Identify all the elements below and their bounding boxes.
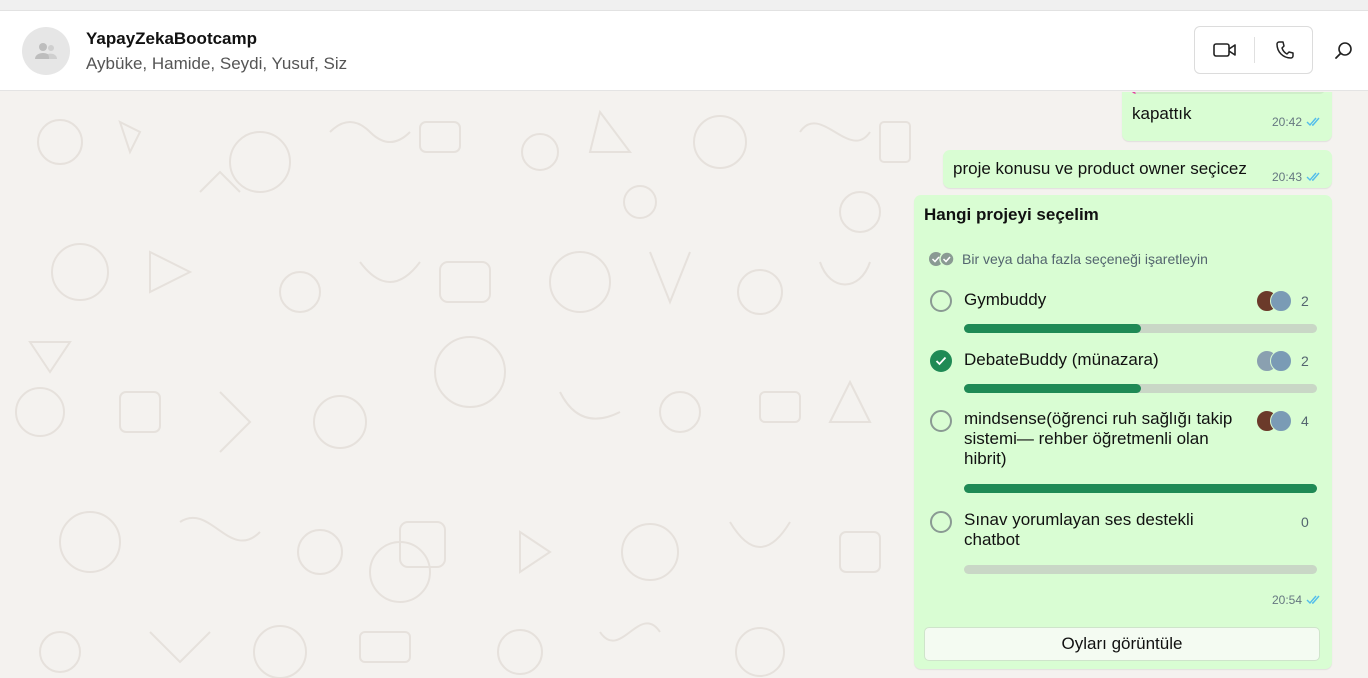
poll-option-radio[interactable] <box>930 511 952 533</box>
multi-select-icon <box>929 251 955 267</box>
chat-header: YapayZekaBootcamp Aybüke, Hamide, Seydi,… <box>0 11 1368 91</box>
poll-option-bar <box>964 484 1317 493</box>
voter-avatars <box>1256 290 1294 312</box>
search-button[interactable] <box>1330 37 1358 65</box>
message-bubble[interactable]: kapattık 20:42 <box>1122 92 1332 141</box>
poll-option-radio[interactable] <box>930 290 952 312</box>
poll-option-label[interactable]: Sınav yorumlayan ses destekli chatbot <box>964 510 1224 550</box>
chat-area[interactable]: kapattık 20:42 proje konusu ve product o… <box>0 92 1368 678</box>
poll-hint-text: Bir veya daha fazla seçeneği işaretleyin <box>962 251 1208 267</box>
chat-members[interactable]: Aybüke, Hamide, Seydi, Yusuf, Siz <box>86 54 347 74</box>
group-avatar[interactable] <box>22 27 70 75</box>
poll-question: Hangi projeyi seçelim <box>924 205 1099 224</box>
poll-option-bar-fill <box>964 324 1141 333</box>
poll-option-radio[interactable] <box>930 410 952 432</box>
checkmark-icon <box>935 356 947 366</box>
chat-title[interactable]: YapayZekaBootcamp <box>86 29 257 49</box>
view-votes-button[interactable]: Oyları görüntüle <box>924 627 1320 661</box>
voter-avatar <box>1270 290 1292 312</box>
read-ticks-icon <box>1306 595 1320 605</box>
message-bubble[interactable]: proje konusu ve product owner seçicez 20… <box>943 150 1332 188</box>
poll-option-label[interactable]: mindsense(öğrenci ruh sağlığı takip sist… <box>964 409 1249 469</box>
video-call-button[interactable] <box>1195 27 1254 73</box>
video-call-icon <box>1212 43 1236 57</box>
message-time: 20:43 <box>1271 170 1302 184</box>
voter-avatars <box>1256 350 1294 372</box>
poll-option-count: 0 <box>1301 514 1309 530</box>
voter-avatars <box>1256 410 1294 432</box>
poll-option-count: 2 <box>1301 293 1309 309</box>
window-top-strip <box>0 0 1368 11</box>
message-meta: 20:43 <box>1272 170 1322 184</box>
poll-option-count: 2 <box>1301 353 1309 369</box>
message-text: kapattık <box>1132 104 1192 123</box>
call-button-group <box>1194 26 1313 74</box>
poll-option-bar <box>964 384 1317 393</box>
message-time: 20:42 <box>1271 115 1302 129</box>
read-ticks-icon <box>1306 117 1320 127</box>
voter-avatar <box>1270 350 1292 372</box>
message-meta: 20:42 <box>1272 115 1322 129</box>
poll-meta: 20:54 <box>1272 593 1322 607</box>
poll-option-bar-fill <box>964 484 1317 493</box>
poll-option-count: 4 <box>1301 413 1309 429</box>
poll-option-bar-fill <box>964 384 1141 393</box>
search-icon <box>1335 42 1352 59</box>
poll-hint: Bir veya daha fazla seçeneği işaretleyin <box>928 251 1208 267</box>
poll-option-label[interactable]: Gymbuddy <box>964 290 1244 310</box>
poll-time: 20:54 <box>1271 593 1302 607</box>
voice-call-icon <box>1275 41 1294 59</box>
voter-avatar <box>1270 410 1292 432</box>
poll-option-bar <box>964 565 1317 574</box>
poll-bubble: Hangi projeyi seçelim Bir veya daha fazl… <box>914 195 1332 669</box>
poll-option-label[interactable]: DebateBuddy (münazara) <box>964 350 1244 370</box>
poll-option-bar <box>964 324 1317 333</box>
group-avatar-icon <box>35 43 57 59</box>
quoted-message[interactable] <box>1131 92 1325 94</box>
read-ticks-icon <box>1306 172 1320 182</box>
voice-call-button[interactable] <box>1255 27 1314 73</box>
message-text: proje konusu ve product owner seçicez <box>953 159 1247 178</box>
poll-option-radio-checked[interactable] <box>930 350 952 372</box>
